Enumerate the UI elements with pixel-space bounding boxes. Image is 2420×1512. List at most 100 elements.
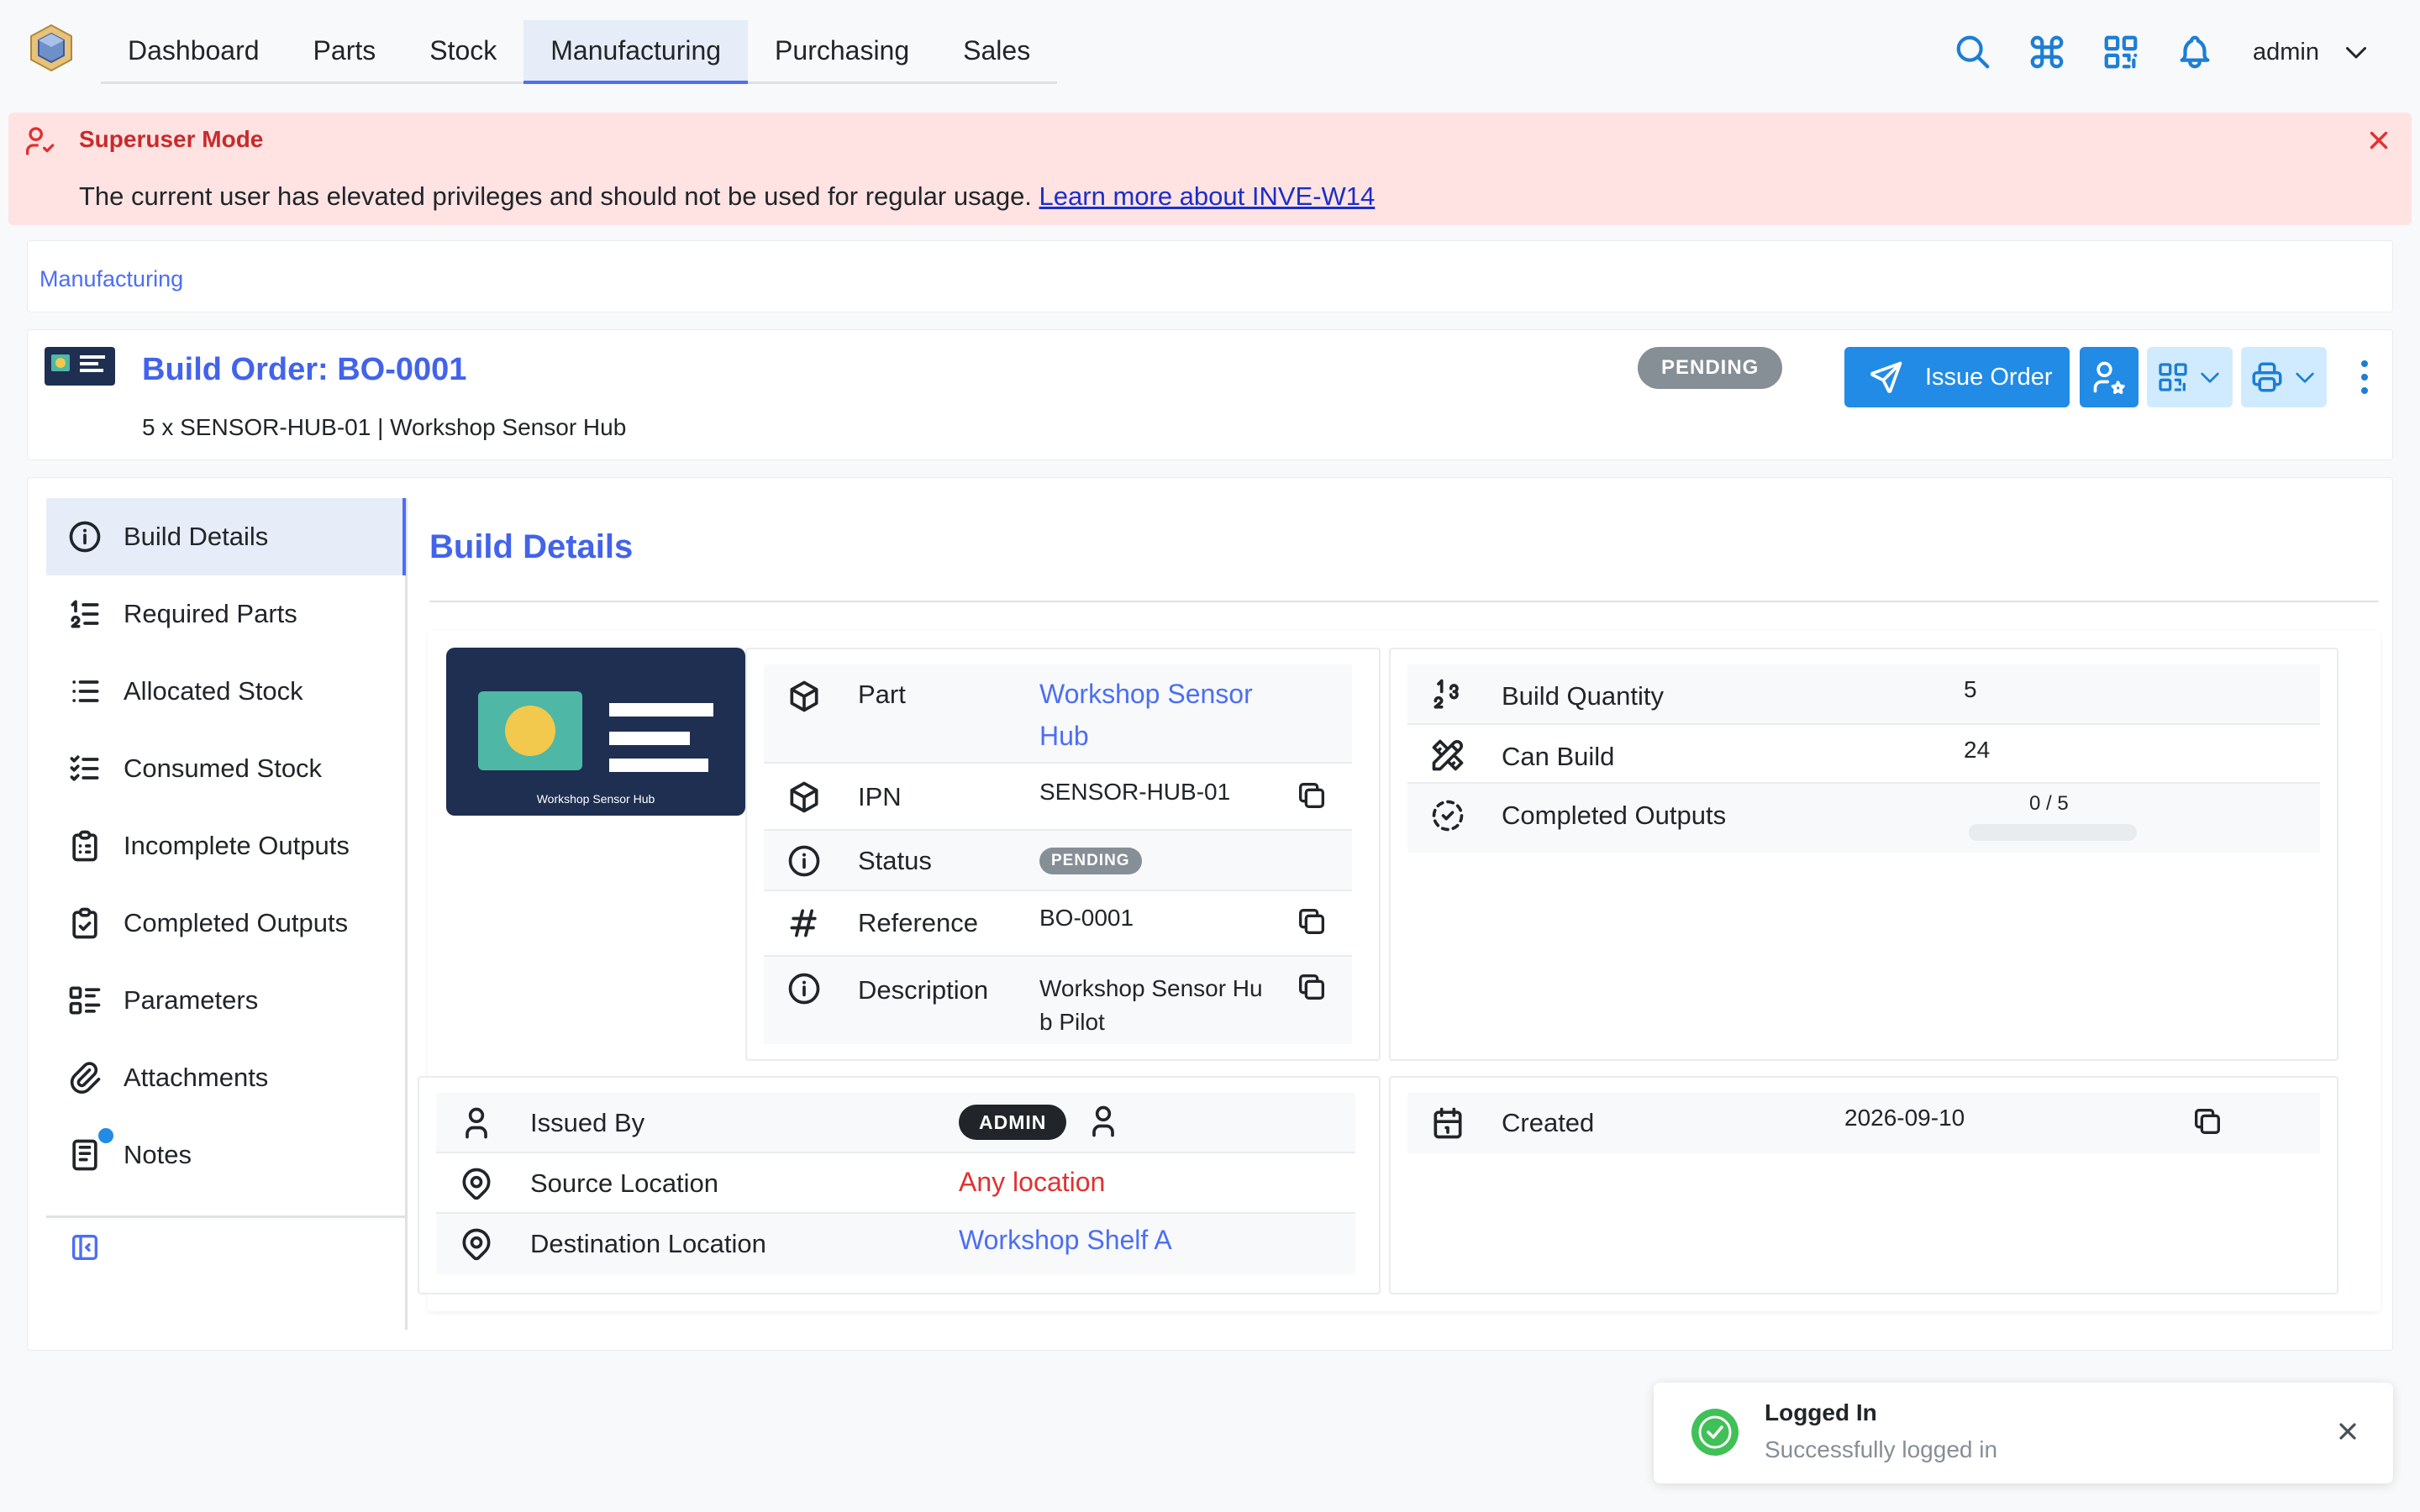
package-icon bbox=[790, 680, 818, 712]
completed-outputs-label: Completed Outputs bbox=[1502, 801, 1727, 830]
send-icon bbox=[1870, 361, 1902, 393]
sidebar-item-parameters[interactable]: Parameters bbox=[46, 962, 406, 1039]
toast-title: Logged In bbox=[1765, 1399, 1877, 1425]
copy-icon[interactable] bbox=[1295, 905, 1328, 938]
sidebar-item-label: Required Parts bbox=[124, 599, 297, 628]
can-build-label: Can Build bbox=[1502, 742, 1615, 771]
completed-outputs-value: 0 / 5 bbox=[2029, 792, 2069, 815]
qr-code-icon[interactable] bbox=[2098, 29, 2144, 75]
nav-dashboard[interactable]: Dashboard bbox=[101, 20, 287, 81]
completed-outputs-row: Completed Outputs 0 / 5 bbox=[1407, 784, 2320, 853]
dots-vertical-icon bbox=[2361, 360, 2368, 394]
part-row: Part Workshop Sensor Hub bbox=[764, 664, 1352, 764]
destination-location-row: Destination Location Workshop Shelf A bbox=[436, 1214, 1355, 1274]
issue-order-label: Issue Order bbox=[1925, 363, 2053, 391]
package-icon bbox=[790, 781, 818, 813]
list-numbers-icon bbox=[71, 600, 99, 628]
user-icon bbox=[466, 1107, 487, 1139]
main-nav: Dashboard Parts Stock Manufacturing Purc… bbox=[101, 20, 1058, 84]
issued-by-badge[interactable]: ADMIN bbox=[959, 1105, 1067, 1140]
panel-title: Build Details bbox=[429, 528, 634, 565]
nav-manufacturing[interactable]: Manufacturing bbox=[523, 20, 749, 84]
nav-purchasing[interactable]: Purchasing bbox=[748, 20, 936, 81]
numbers-icon bbox=[1434, 679, 1459, 709]
main-content: Build Details Required Parts Allocated S… bbox=[27, 477, 2393, 1351]
user-name: admin bbox=[2253, 38, 2319, 66]
nav-stock[interactable]: Stock bbox=[402, 20, 523, 81]
dates-box: Created 2026-09-10 bbox=[1389, 1076, 2338, 1294]
sidebar-item-label: Consumed Stock bbox=[124, 753, 323, 783]
part-image[interactable]: Workshop Sensor Hub bbox=[446, 648, 745, 816]
breadcrumb-manufacturing[interactable]: Manufacturing bbox=[39, 266, 183, 292]
sidebar-item-allocated-stock[interactable]: Allocated Stock bbox=[46, 653, 406, 730]
part-image-graphic bbox=[478, 691, 713, 772]
issue-order-button[interactable]: Issue Order bbox=[1844, 347, 2070, 407]
header-actions: admin bbox=[1922, 25, 2420, 79]
calendar-icon bbox=[1434, 1107, 1462, 1139]
status-badge: PENDING bbox=[1638, 347, 1783, 389]
destination-location-link[interactable]: Workshop Shelf A bbox=[959, 1219, 1172, 1261]
chevron-down-icon bbox=[2346, 47, 2366, 59]
app-logo-icon[interactable] bbox=[25, 22, 77, 74]
search-icon[interactable] bbox=[1950, 29, 1996, 75]
quantities-box: Build Quantity 5 Can Build 24 Completed … bbox=[1389, 648, 2338, 1061]
sidebar-item-incomplete-outputs[interactable]: Incomplete Outputs bbox=[46, 807, 406, 885]
copy-icon[interactable] bbox=[1295, 779, 1328, 812]
bell-icon[interactable] bbox=[2172, 29, 2217, 75]
build-quantity-value: 5 bbox=[1964, 676, 1977, 702]
page-title: Build Order: BO-0001 bbox=[142, 352, 467, 387]
printer-icon bbox=[2252, 362, 2282, 392]
issued-by-label: Issued By bbox=[530, 1108, 645, 1137]
user-menu[interactable]: admin bbox=[2253, 37, 2371, 67]
source-location-label: Source Location bbox=[530, 1168, 719, 1198]
panel-divider bbox=[429, 601, 2379, 602]
hash-icon bbox=[790, 909, 817, 937]
reference-label: Reference bbox=[858, 908, 979, 937]
can-build-row: Can Build 24 bbox=[1407, 725, 2320, 784]
nav-sales[interactable]: Sales bbox=[936, 20, 1057, 81]
status-row: Status PENDING bbox=[764, 831, 1352, 891]
clipboard-check-icon bbox=[72, 907, 97, 939]
sidebar-item-build-details[interactable]: Build Details bbox=[46, 498, 406, 575]
print-actions-button[interactable] bbox=[2241, 347, 2327, 407]
sidebar-item-completed-outputs[interactable]: Completed Outputs bbox=[46, 885, 406, 962]
sidebar-item-attachments[interactable]: Attachments bbox=[46, 1039, 406, 1116]
can-build-value: 24 bbox=[1964, 737, 1991, 763]
sidebar-item-notes[interactable]: Notes bbox=[46, 1116, 406, 1194]
info-circle-icon bbox=[788, 973, 820, 1005]
description-value: Workshop Sensor Hub Pilot bbox=[1039, 975, 1263, 1035]
notification-dot bbox=[98, 1128, 113, 1143]
user-icon bbox=[1092, 1105, 1114, 1137]
barcode-actions-button[interactable] bbox=[2147, 347, 2233, 407]
map-pin-icon bbox=[462, 1168, 491, 1200]
sidebar-collapse-icon[interactable] bbox=[68, 1231, 102, 1264]
ipn-label: IPN bbox=[858, 782, 902, 811]
map-pin-icon bbox=[462, 1228, 491, 1261]
more-actions-button[interactable] bbox=[2347, 355, 2382, 399]
assign-user-button[interactable] bbox=[2080, 347, 2139, 407]
part-link[interactable]: Workshop Sensor Hub bbox=[1039, 673, 1292, 757]
circle-check-dashed-icon bbox=[1432, 800, 1464, 832]
sidebar-item-label: Allocated Stock bbox=[124, 676, 303, 706]
close-icon[interactable] bbox=[2365, 126, 2393, 155]
nav-parts[interactable]: Parts bbox=[287, 20, 403, 81]
paperclip-icon bbox=[70, 1062, 101, 1094]
notes-icon bbox=[72, 1139, 97, 1171]
banner-learn-more-link[interactable]: Learn more about INVE-W14 bbox=[1039, 181, 1376, 211]
reference-row: Reference BO-0001 bbox=[764, 891, 1352, 957]
sidebar-divider bbox=[46, 1215, 406, 1218]
description-row: Description Workshop Sensor Hub Pilot bbox=[764, 957, 1352, 1044]
copy-icon[interactable] bbox=[2191, 1105, 2224, 1138]
created-row: Created 2026-09-10 bbox=[1407, 1093, 2320, 1153]
sidebar-item-required-parts[interactable]: Required Parts bbox=[46, 575, 406, 653]
destination-location-label: Destination Location bbox=[530, 1229, 766, 1258]
list-icon bbox=[72, 680, 99, 702]
list-details-icon bbox=[69, 986, 101, 1015]
sidebar-item-label: Build Details bbox=[124, 522, 269, 551]
sidebar-item-consumed-stock[interactable]: Consumed Stock bbox=[46, 730, 406, 807]
command-icon[interactable] bbox=[2024, 29, 2070, 75]
copy-icon[interactable] bbox=[1295, 970, 1328, 1004]
source-location-row: Source Location Any location bbox=[436, 1153, 1355, 1214]
check-circle-icon bbox=[1691, 1409, 1739, 1456]
close-icon[interactable] bbox=[2334, 1418, 2361, 1445]
